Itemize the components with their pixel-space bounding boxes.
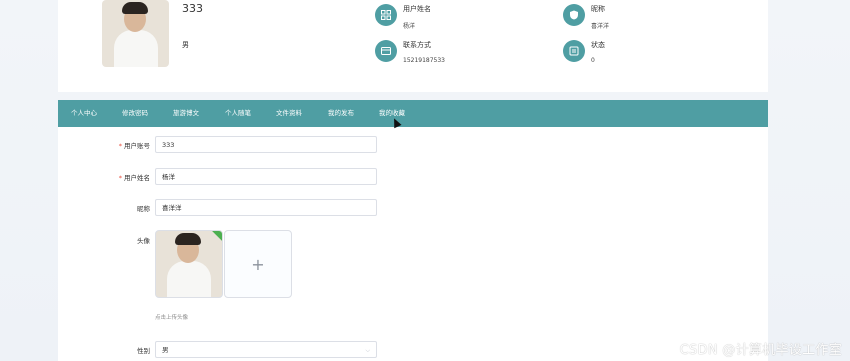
gender-select-value: 男 xyxy=(162,346,169,354)
avatar-label: 头像 xyxy=(137,237,150,245)
name-label: * 用户姓名 xyxy=(118,174,150,182)
avatar-preview[interactable] xyxy=(155,230,223,298)
upload-hint: 点击上传头像 xyxy=(155,315,189,321)
check-icon xyxy=(212,231,222,241)
info-value-contact: 15219187533 xyxy=(403,57,445,64)
account-label: * 用户账号 xyxy=(118,142,150,150)
nickname-label: 昵称 xyxy=(137,205,150,213)
watermark: CSDN @计算机毕设工作室 xyxy=(679,343,842,358)
profile-photo xyxy=(102,0,169,67)
plus-icon: + xyxy=(251,254,265,274)
info-label-status: 状态 xyxy=(591,41,605,49)
shield-icon xyxy=(563,4,585,26)
tab-bar xyxy=(58,100,768,127)
info-value-name: 杨洋 xyxy=(403,23,416,30)
card-icon xyxy=(375,40,397,62)
nickname-input[interactable]: 喜洋洋 xyxy=(155,199,377,216)
tab-change-password[interactable]: 修改密码 xyxy=(122,100,148,127)
info-value-status: 0 xyxy=(591,57,595,64)
status-icon xyxy=(563,40,585,62)
tab-files[interactable]: 文件资料 xyxy=(276,100,302,127)
info-value-nickname: 喜洋洋 xyxy=(591,23,610,30)
gender-select[interactable]: 男 ⌵ xyxy=(155,341,377,358)
info-label-name: 用户姓名 xyxy=(403,5,431,13)
profile-account: 333 xyxy=(182,2,203,15)
upload-avatar-button[interactable]: + xyxy=(224,230,292,298)
profile-gender: 男 xyxy=(182,41,189,49)
account-input[interactable]: 333 xyxy=(155,136,377,153)
tab-personal-essays[interactable]: 个人随笔 xyxy=(225,100,251,127)
grid-icon xyxy=(375,4,397,26)
gender-label: 性别 xyxy=(137,347,150,355)
info-label-nickname: 昵称 xyxy=(591,5,605,13)
info-label-contact: 联系方式 xyxy=(403,41,431,49)
tab-travel-blog[interactable]: 旅游博文 xyxy=(173,100,199,127)
tab-personal-center[interactable]: 个人中心 xyxy=(71,100,97,127)
name-input[interactable]: 杨洋 xyxy=(155,168,377,185)
tab-my-posts[interactable]: 我的发布 xyxy=(328,100,354,127)
chevron-down-icon: ⌵ xyxy=(365,347,370,354)
